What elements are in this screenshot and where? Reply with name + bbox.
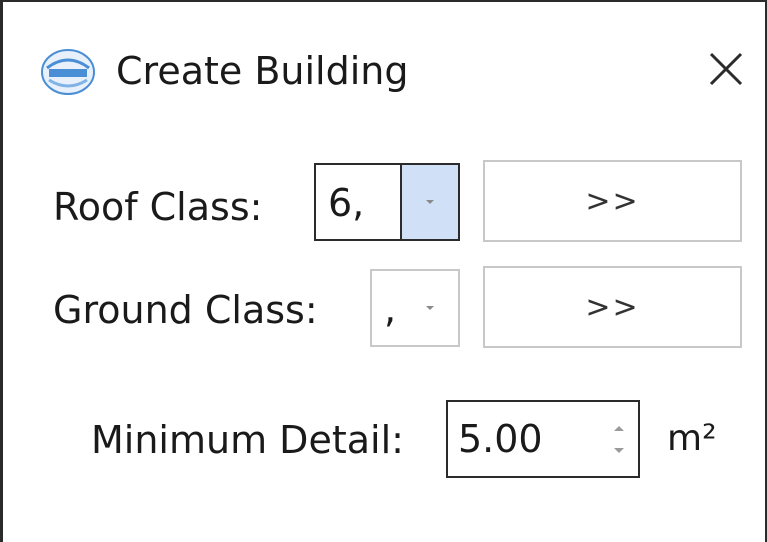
minimum-detail-value: 5.00 (458, 417, 543, 461)
create-building-dialog: Create Building Roof Class: 6, >> Ground… (0, 0, 767, 542)
minimum-detail-label: Minimum Detail: (91, 418, 404, 462)
ground-class-picker-button[interactable]: >> (483, 266, 742, 348)
ground-class-dropdown-button[interactable] (402, 271, 458, 345)
minimum-detail-spinbox[interactable]: 5.00 (446, 400, 640, 478)
roof-class-picker-button[interactable]: >> (483, 160, 742, 242)
roof-class-dropdown[interactable]: 6, (314, 163, 460, 241)
spin-down-icon[interactable] (614, 448, 624, 453)
dialog-title: Create Building (116, 49, 409, 93)
roof-class-label: Roof Class: (53, 185, 263, 229)
title-bar: Create Building (3, 2, 765, 132)
app-logo-icon (41, 49, 95, 95)
ground-class-label: Ground Class: (53, 288, 318, 332)
spin-up-icon[interactable] (614, 426, 624, 431)
chevron-down-icon (426, 306, 434, 310)
area-unit-label: m² (667, 418, 717, 459)
roof-class-value: 6, (328, 181, 365, 225)
roof-class-dropdown-button[interactable] (400, 165, 458, 239)
close-icon[interactable] (699, 42, 753, 96)
ground-class-dropdown[interactable]: , (370, 269, 460, 347)
chevron-down-icon (426, 200, 434, 204)
ground-class-value: , (384, 287, 397, 331)
